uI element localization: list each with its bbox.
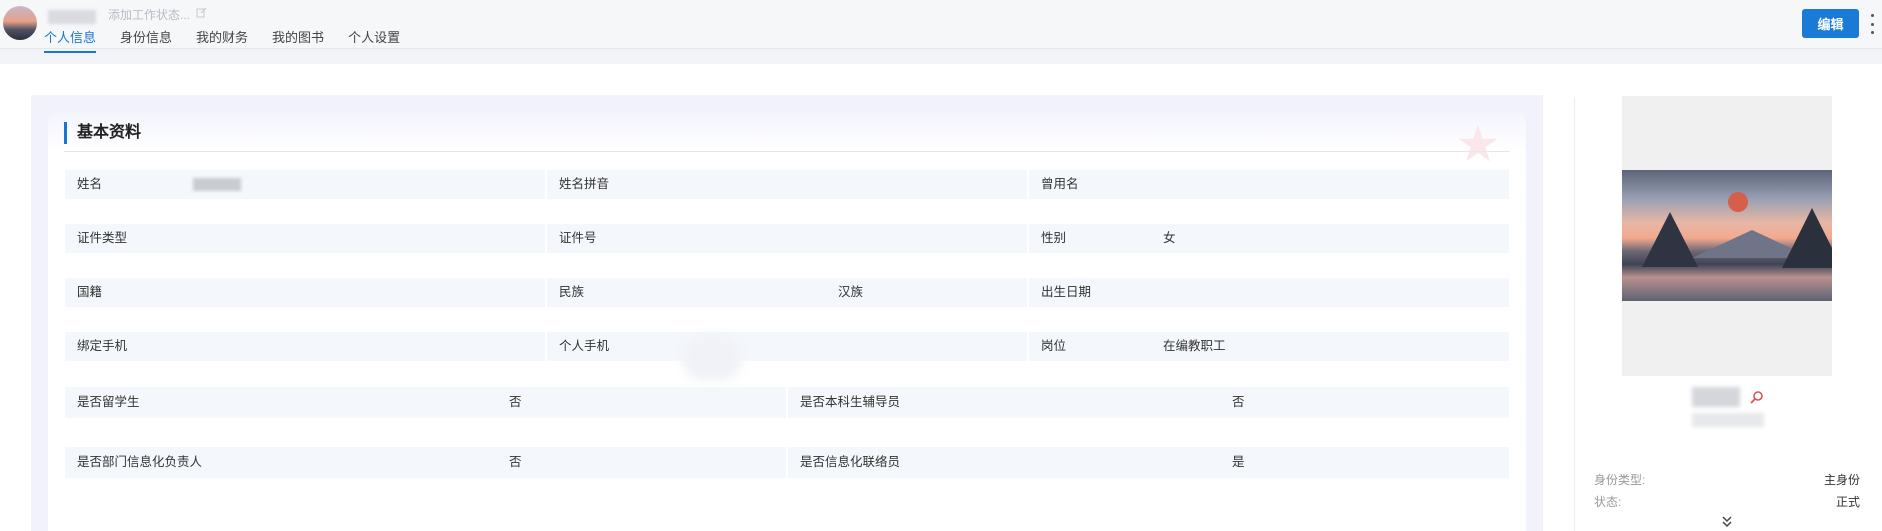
photo-mountain [1642,212,1698,267]
field-id-number: 证件号 [547,224,1027,253]
field-personal-phone: 个人手机 [547,332,1027,380]
side-divider [1574,97,1575,531]
status-row: 状态: 正式 [1594,493,1860,510]
section-title: 基本资料 [64,122,141,144]
field-label: 姓名拼音 [559,177,610,191]
search-icon[interactable] [1750,390,1764,404]
identity-type-value: 主身份 [1823,473,1860,487]
name-value-redacted [193,178,241,191]
person-name-redacted [1692,387,1740,407]
field-label: 姓名 [77,177,103,191]
field-value: 否 [509,455,522,469]
field-gender: 性别 女 [1029,224,1509,253]
phone-value-redacted [682,336,742,380]
field-label: 岗位 [1041,339,1067,353]
field-former-name: 曾用名 [1029,170,1509,199]
field-nationality: 国籍 [65,278,545,307]
info-row: 是否部门信息化负责人 否 是否信息化联络员 是 [65,447,1509,478]
more-vertical-icon[interactable] [1868,14,1876,34]
double-chevron-down-icon[interactable] [1721,514,1733,528]
field-name-pinyin: 姓名拼音 [547,170,1027,199]
user-name-redacted [48,10,96,24]
field-it-liaison: 是否信息化联络员 是 [788,447,1509,478]
identity-type-label: 身份类型: [1594,473,1646,487]
field-label: 是否部门信息化负责人 [77,455,203,469]
info-row: 证件类型 证件号 性别 女 [65,224,1509,253]
decorative-star-icon: ★ [1455,116,1501,172]
person-id-redacted [1692,413,1764,427]
field-id-type: 证件类型 [65,224,545,253]
field-label: 是否信息化联络员 [800,455,901,469]
field-label: 曾用名 [1041,177,1079,191]
tab-my-finance[interactable]: 我的财务 [196,27,248,53]
field-label: 民族 [559,285,585,299]
field-label: 证件类型 [77,231,128,245]
top-header: 添加工作状态... 个人信息 身份信息 我的财务 我的图书 个人设置 编辑 [0,0,1882,53]
field-value: 否 [1232,395,1245,409]
identity-type-row: 身份类型: 主身份 [1594,471,1860,488]
field-value: 在编教职工 [1163,339,1226,353]
field-value: 否 [509,395,522,409]
info-row: 姓名 姓名拼音 曾用名 [65,170,1509,199]
status-label: 状态: [1594,495,1622,509]
field-dept-it-lead: 是否部门信息化负责人 否 [65,447,786,478]
field-value: 汉族 [838,285,864,299]
info-row: 是否留学生 否 是否本科生辅导员 否 [65,387,1509,418]
edit-button[interactable]: 编辑 [1802,9,1859,38]
avatar[interactable] [3,6,37,40]
profile-tabs: 个人信息 身份信息 我的财务 我的图书 个人设置 [44,27,400,53]
tab-personal-settings[interactable]: 个人设置 [348,27,400,53]
field-bound-phone: 绑定手机 [65,332,545,361]
field-undergrad-counselor: 是否本科生辅导员 否 [788,387,1509,418]
field-label: 性别 [1041,231,1067,245]
field-label: 绑定手机 [77,339,128,353]
tab-personal-info[interactable]: 个人信息 [44,27,97,53]
tab-identity-info[interactable]: 身份信息 [120,27,172,53]
field-value: 是 [1232,455,1245,469]
profile-photo[interactable] [1622,170,1832,301]
field-label: 是否留学生 [77,395,140,409]
info-row: 绑定手机 个人手机 岗位 在编教职工 [65,332,1509,380]
status-value: 正式 [1835,495,1860,509]
work-status-placeholder[interactable]: 添加工作状态... [108,6,190,23]
photo-sun [1728,192,1748,212]
field-label: 个人手机 [559,339,610,353]
tab-my-books[interactable]: 我的图书 [272,27,324,53]
field-position: 岗位 在编教职工 [1029,332,1509,361]
field-label: 是否本科生辅导员 [800,395,901,409]
edit-status-icon[interactable] [196,7,207,18]
field-name: 姓名 [65,170,545,199]
basic-info-card: ★ 基本资料 姓名 姓名拼音 曾用名 证件类型 证件号 性别 女 国籍 民族 汉… [48,112,1526,531]
basic-info-wrapper: ★ 基本资料 姓名 姓名拼音 曾用名 证件类型 证件号 性别 女 国籍 民族 汉… [31,95,1543,531]
field-label: 国籍 [77,285,103,299]
field-label: 证件号 [559,231,597,245]
title-divider [64,151,1510,152]
field-value: 女 [1163,231,1176,245]
field-birth-date: 出生日期 [1029,278,1509,307]
field-ethnicity: 民族 汉族 [547,278,1027,307]
photo-mountain [1782,208,1832,268]
field-overseas-student: 是否留学生 否 [65,387,786,418]
info-row: 国籍 民族 汉族 出生日期 [65,278,1509,307]
field-label: 出生日期 [1041,285,1092,299]
